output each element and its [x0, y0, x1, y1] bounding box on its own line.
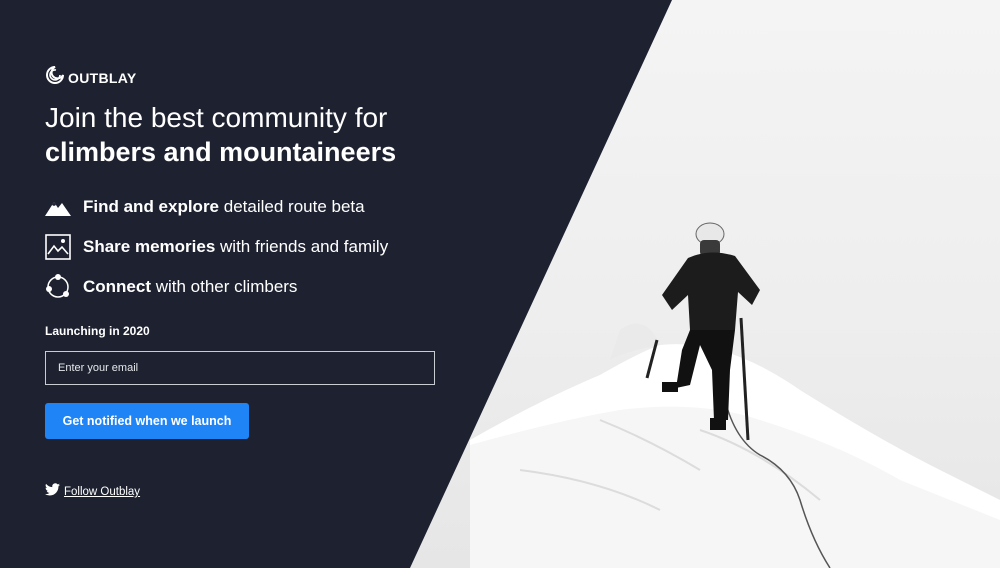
photo-icon [45, 233, 71, 260]
feature-bold-share: Share memories [83, 236, 216, 256]
feature-rest-connect: with other climbers [151, 276, 298, 296]
page-headline: Join the best community for climbers and… [45, 100, 465, 170]
launch-label: Launching in 2020 [45, 324, 150, 338]
brand-name: OUTBLAY [68, 69, 137, 86]
crescent-logo-icon [45, 66, 65, 89]
feature-rest-explore: detailed route beta [219, 196, 365, 216]
feature-item-explore: Find and explore detailed route beta [45, 193, 388, 220]
connect-icon [45, 273, 71, 300]
headline-line-2: climbers and mountaineers [45, 137, 397, 167]
feature-bold-connect: Connect [83, 276, 151, 296]
signup-panel: OUTBLAY Join the best community for clim… [45, 0, 465, 568]
mountain-icon [45, 194, 71, 220]
feature-text-share: Share memories with friends and family [83, 237, 388, 257]
feature-item-connect: Connect with other climbers [45, 273, 388, 300]
follow-link-row: Follow Outblay [45, 483, 140, 501]
headline-line-1: Join the best community for [45, 102, 388, 133]
feature-rest-share: with friends and family [215, 236, 389, 256]
email-input[interactable] [45, 351, 435, 385]
feature-text-explore: Find and explore detailed route beta [83, 197, 365, 217]
feature-bold-explore: Find and explore [83, 196, 220, 216]
feature-list: Find and explore detailed route beta Sha… [45, 193, 388, 313]
twitter-icon[interactable] [45, 483, 60, 501]
notify-button[interactable]: Get notified when we launch [45, 403, 249, 439]
follow-outblay-link[interactable]: Follow Outblay [64, 486, 140, 498]
brand-logo[interactable]: OUTBLAY [45, 66, 136, 89]
feature-text-connect: Connect with other climbers [83, 277, 297, 297]
feature-item-share: Share memories with friends and family [45, 233, 388, 260]
